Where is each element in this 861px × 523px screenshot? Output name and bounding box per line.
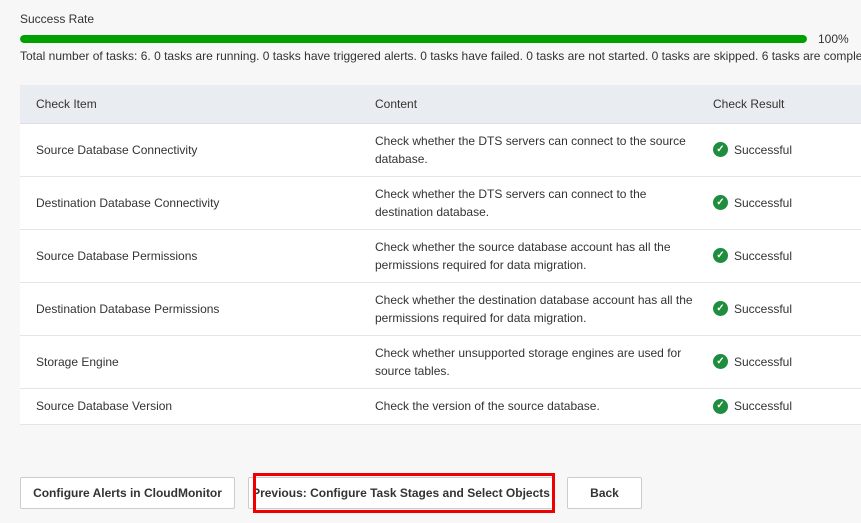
check-content: Check whether unsupported storage engine… [359, 335, 697, 389]
success-rate-label: Success Rate [20, 12, 95, 26]
check-item: Source Database Version [20, 388, 359, 425]
result-text: Successful [734, 195, 793, 210]
progress-fill [20, 35, 807, 43]
success-rate-progress-bar [20, 35, 807, 43]
check-item: Destination Database Connectivity [20, 176, 359, 230]
check-item: Storage Engine [20, 335, 359, 389]
check-result: ✓ Successful [697, 388, 861, 425]
check-result: ✓ Successful [697, 229, 861, 283]
table-row: Destination Database Permissions Check w… [20, 282, 861, 336]
table-row: Source Database Connectivity Check wheth… [20, 123, 861, 177]
check-item: Source Database Permissions [20, 229, 359, 283]
check-content: Check whether the destination database a… [359, 282, 697, 336]
back-button[interactable]: Back [567, 477, 642, 509]
check-circle-icon: ✓ [713, 301, 728, 316]
check-result: ✓ Successful [697, 282, 861, 336]
configure-alerts-button[interactable]: Configure Alerts in CloudMonitor [20, 477, 235, 509]
check-circle-icon: ✓ [713, 142, 728, 157]
check-circle-icon: ✓ [713, 195, 728, 210]
check-results-table: Check Item Content Check Result Source D… [20, 85, 861, 425]
result-text: Successful [734, 399, 793, 413]
check-content: Check whether the source database accoun… [359, 229, 697, 283]
check-result: ✓ Successful [697, 176, 861, 230]
highlight-box [253, 473, 555, 513]
check-result: ✓ Successful [697, 123, 861, 177]
result-text: Successful [734, 354, 793, 369]
table-row: Destination Database Connectivity Check … [20, 176, 861, 230]
result-text: Successful [734, 142, 793, 157]
success-rate-percent: 100% [818, 32, 849, 46]
check-content: Check whether the DTS servers can connec… [359, 176, 697, 230]
check-circle-icon: ✓ [713, 398, 728, 414]
table-row: Storage Engine Check whether unsupported… [20, 335, 861, 389]
check-circle-icon: ✓ [713, 248, 728, 263]
check-content: Check the version of the source database… [359, 388, 697, 425]
check-circle-icon: ✓ [713, 354, 728, 369]
table-row: Source Database Version Check the versio… [20, 388, 861, 425]
column-header-check-item: Check Item [20, 85, 359, 124]
column-header-content: Content [359, 85, 697, 124]
check-item: Destination Database Permissions [20, 282, 359, 336]
result-text: Successful [734, 248, 793, 263]
check-result: ✓ Successful [697, 335, 861, 389]
result-text: Successful [734, 301, 793, 316]
table-row: Source Database Permissions Check whethe… [20, 229, 861, 283]
task-summary: Total number of tasks: 6. 0 tasks are ru… [20, 49, 861, 63]
check-item: Source Database Connectivity [20, 123, 359, 177]
column-header-check-result: Check Result [697, 85, 861, 124]
check-content: Check whether the DTS servers can connec… [359, 123, 697, 177]
